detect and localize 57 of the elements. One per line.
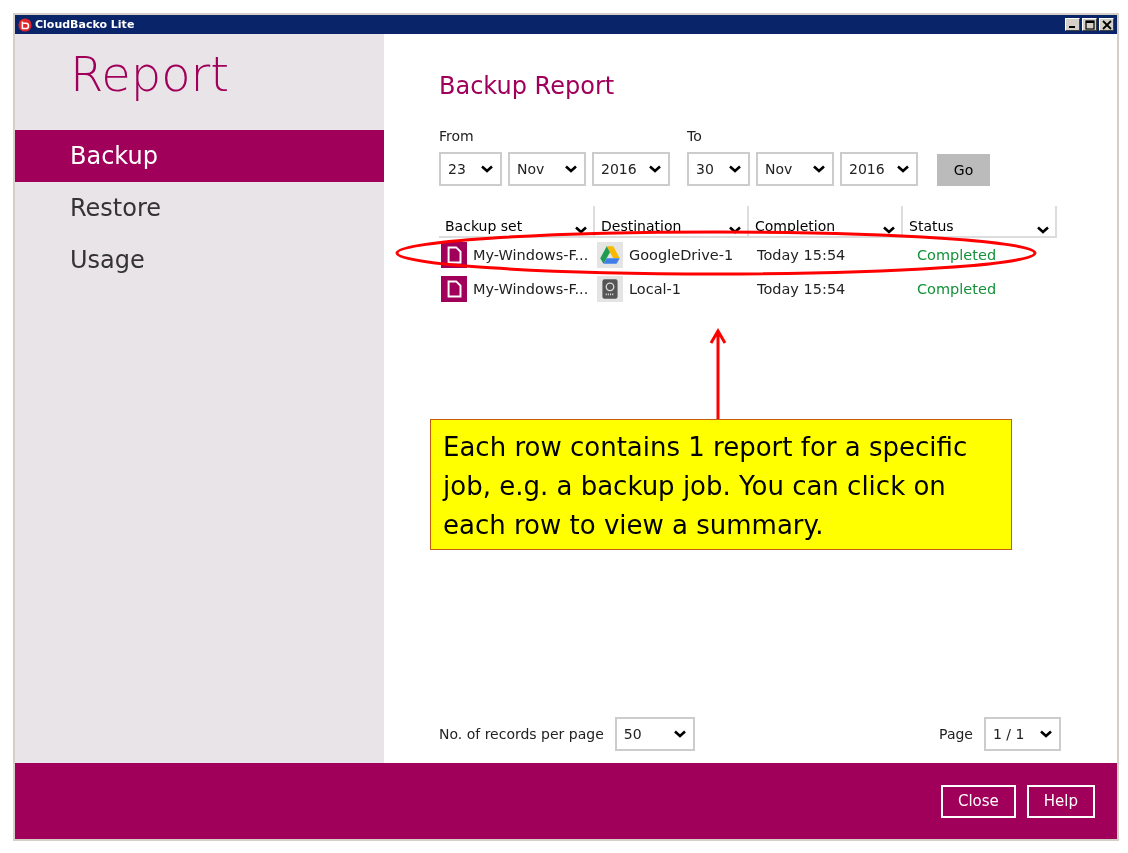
dropdown[interactable]: Nov [756, 152, 834, 186]
chevron-down-icon [1037, 226, 1049, 234]
table-cell: My-Windows-F... [473, 281, 589, 297]
records-label: No. of records per page [439, 726, 604, 742]
status-text: Completed [917, 247, 997, 263]
table-cell: Today 15:54 [757, 281, 846, 297]
app-logo-icon [18, 17, 32, 32]
table-cell: Local-1 [629, 281, 682, 297]
table-cell: GoogleDrive-1 [629, 247, 734, 263]
date-label: From [439, 128, 475, 144]
chevron-down-icon [883, 226, 895, 234]
maximize-icon [1084, 19, 1095, 30]
go-button[interactable]: Go [937, 154, 990, 186]
chevron-down-icon [673, 730, 686, 738]
page-title: Report [69, 46, 231, 104]
chevron-down-icon [1040, 730, 1052, 738]
column-header[interactable]: Destination [595, 206, 749, 238]
footer-button[interactable]: Help [1026, 784, 1095, 818]
table-row[interactable]: My-Windows-F... Local-1 Today 15:54 Completed [439, 272, 1061, 306]
chevron-down-icon [813, 165, 825, 173]
close-icon [1101, 19, 1112, 30]
chevron-down-icon [729, 165, 741, 173]
chevron-down-icon [481, 165, 493, 173]
table-row[interactable]: My-Windows-F... GoogleDrive-1 Today 15:54 Completed [439, 238, 1061, 272]
minimize-icon [1068, 26, 1075, 28]
dropdown[interactable]: 2016 [592, 152, 670, 186]
chevron-down-icon [729, 226, 741, 234]
footer-button[interactable]: Close [940, 784, 1016, 818]
date-label: To [687, 128, 703, 144]
records-dropdown[interactable]: 50 [614, 717, 695, 751]
sidebar-item[interactable]: Restore [15, 182, 384, 234]
dropdown[interactable]: Nov [508, 152, 586, 186]
sidebar-item[interactable]: Backup [15, 130, 384, 182]
dropdown[interactable]: 23 [439, 152, 502, 186]
column-header[interactable]: Status [903, 206, 1057, 238]
callout-note: Each row contains 1 report for a specific job, e.g. a backup job. You can click on each row to view a summary. [430, 419, 1012, 550]
dropdown[interactable]: 30 [687, 152, 750, 186]
chevron-down-icon [565, 165, 577, 173]
column-header[interactable]: Completion [749, 206, 903, 238]
dropdown[interactable]: 2016 [840, 152, 918, 186]
chevron-down-icon [575, 226, 587, 234]
page-dropdown[interactable]: 1 / 1 [984, 717, 1061, 751]
table-cell: My-Windows-F... [473, 247, 589, 263]
chevron-down-icon [897, 165, 909, 173]
status-text: Completed [917, 281, 997, 297]
page-label: Page [939, 726, 973, 742]
table-cell: Today 15:54 [757, 247, 846, 263]
chevron-down-icon [649, 165, 661, 173]
minimize-button[interactable] [1065, 18, 1080, 31]
column-header[interactable]: Backup set [439, 206, 595, 238]
maximize-button[interactable] [1082, 18, 1097, 31]
close-button[interactable] [1099, 18, 1114, 31]
sidebar-item[interactable]: Usage [15, 234, 384, 286]
file-icon [441, 276, 467, 302]
section-title: Backup Report [439, 72, 616, 102]
hard-drive-icon [597, 276, 623, 302]
window-title: CloudBacko Lite [35, 18, 135, 31]
